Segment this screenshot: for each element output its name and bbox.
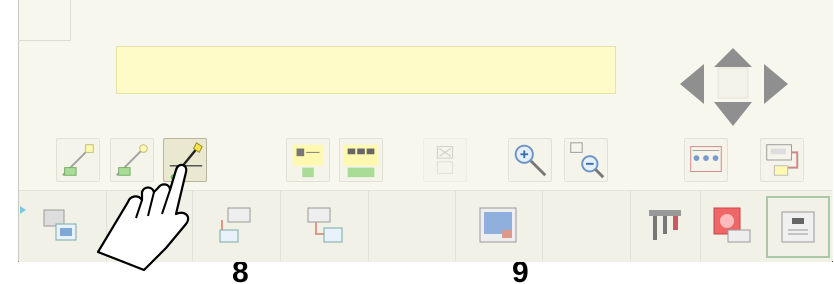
separator bbox=[455, 190, 456, 261]
zoom-in-icon bbox=[514, 144, 547, 177]
tools-icon bbox=[649, 210, 681, 240]
zoom-out-icon bbox=[570, 142, 605, 179]
zoom-out-button[interactable] bbox=[564, 138, 608, 182]
layout-button[interactable] bbox=[286, 138, 330, 182]
network-button[interactable] bbox=[684, 138, 728, 182]
transfer-icon bbox=[219, 207, 251, 243]
screen-icon bbox=[479, 207, 517, 243]
separator bbox=[542, 190, 543, 261]
transfer-button[interactable] bbox=[216, 206, 256, 246]
panel-tab[interactable] bbox=[18, 0, 71, 41]
zoom-in-button[interactable] bbox=[508, 138, 552, 182]
computer-button[interactable] bbox=[40, 206, 80, 246]
panel-icon bbox=[781, 211, 815, 243]
page-number-left: 8 bbox=[232, 262, 249, 284]
collapse-arrow-icon[interactable] bbox=[20, 206, 28, 216]
close-box-button[interactable] bbox=[423, 138, 467, 182]
layout-icon bbox=[292, 144, 324, 178]
record-button[interactable] bbox=[712, 206, 752, 246]
arrow-right-icon[interactable] bbox=[764, 64, 788, 104]
direction-pad bbox=[680, 48, 788, 126]
panel-button[interactable] bbox=[766, 196, 830, 258]
export-icon bbox=[766, 144, 799, 176]
arrow-up-icon[interactable] bbox=[714, 48, 752, 67]
transfer-down-button[interactable] bbox=[304, 206, 344, 246]
status-display bbox=[116, 46, 616, 94]
pointer-hand-icon bbox=[96, 163, 190, 272]
separator bbox=[630, 190, 631, 261]
tools-button[interactable] bbox=[645, 206, 685, 246]
record-icon bbox=[713, 207, 751, 243]
close-box-icon bbox=[436, 146, 454, 174]
grid-button[interactable] bbox=[339, 138, 383, 182]
arrow-down-icon[interactable] bbox=[714, 102, 752, 126]
separator bbox=[368, 190, 369, 261]
export-button[interactable] bbox=[760, 138, 804, 182]
computer-icon bbox=[43, 209, 77, 241]
screen-button[interactable] bbox=[478, 206, 518, 246]
grid-icon bbox=[343, 144, 379, 178]
separator bbox=[700, 190, 701, 261]
separator bbox=[280, 190, 281, 261]
arrow-left-icon[interactable] bbox=[680, 64, 704, 104]
page-number-right: 9 bbox=[512, 262, 529, 284]
network-icon bbox=[690, 146, 722, 172]
transfer-down-icon bbox=[307, 207, 343, 243]
